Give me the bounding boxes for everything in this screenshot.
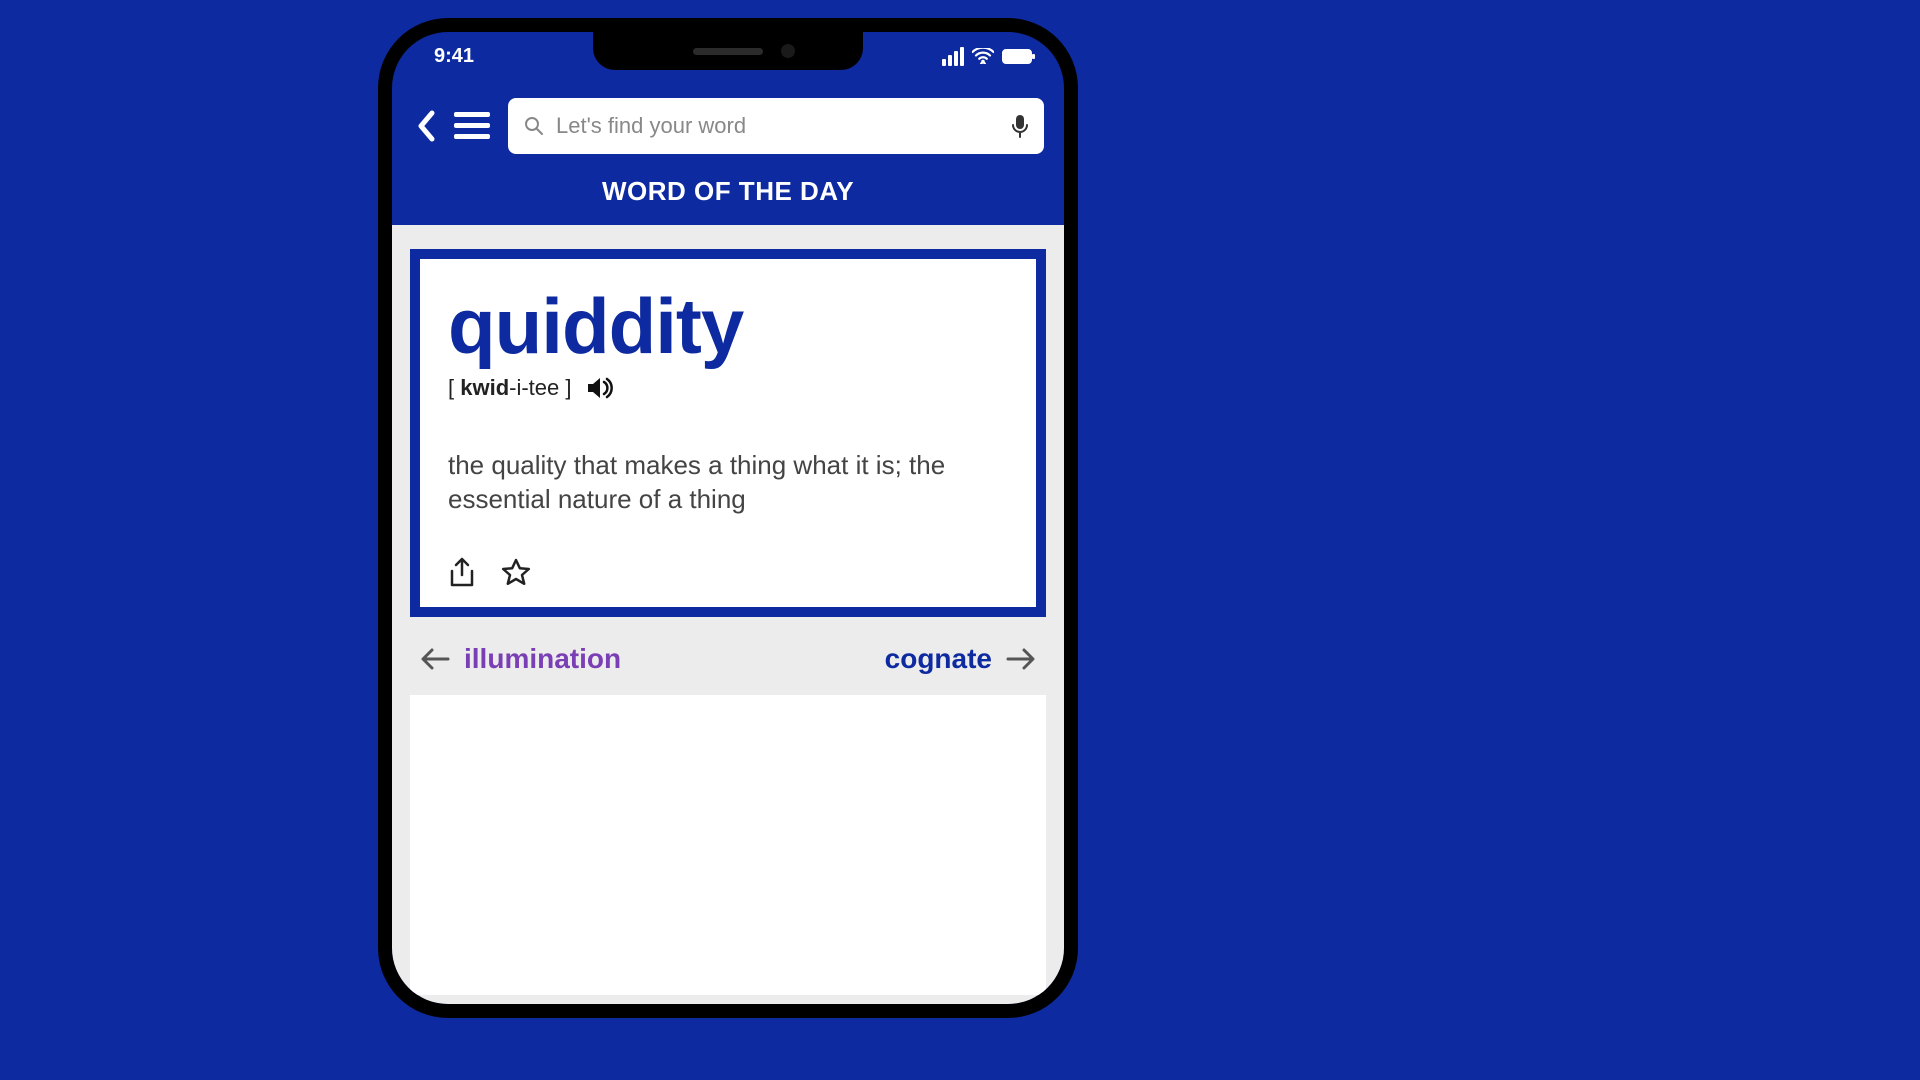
status-indicators: [942, 47, 1032, 66]
pronunciation-row: [ kwid-i-tee ]: [448, 375, 1008, 401]
search-input[interactable]: [556, 113, 1000, 139]
favorite-button[interactable]: [500, 557, 532, 589]
word-card: quiddity [ kwid-i-tee ] the quality that…: [410, 249, 1046, 617]
next-word-link[interactable]: cognate: [885, 643, 1036, 675]
phone-notch: [593, 32, 863, 70]
next-card-preview: [410, 695, 1046, 995]
phone-screen: 9:41: [392, 32, 1064, 1004]
menu-button[interactable]: [454, 112, 490, 140]
content-area: quiddity [ kwid-i-tee ] the quality that…: [392, 225, 1064, 1004]
speaker-grille: [693, 48, 763, 55]
phone-frame: 9:41: [378, 18, 1078, 1018]
next-word-label: cognate: [885, 643, 992, 675]
prev-word-link[interactable]: illumination: [420, 643, 621, 675]
battery-icon: [1002, 49, 1032, 64]
status-time: 9:41: [424, 45, 474, 68]
definition-text: the quality that makes a thing what it i…: [448, 449, 1008, 517]
back-button[interactable]: [416, 109, 436, 143]
search-box[interactable]: [508, 98, 1044, 154]
mic-icon[interactable]: [1012, 114, 1028, 138]
share-button[interactable]: [448, 557, 476, 589]
card-actions: [448, 557, 1008, 589]
pronunciation-text: [ kwid-i-tee ]: [448, 375, 572, 401]
search-icon: [524, 116, 544, 136]
app-header: [392, 80, 1064, 168]
signal-icon: [942, 47, 964, 66]
speaker-icon[interactable]: [586, 375, 614, 401]
headword: quiddity: [448, 287, 1008, 365]
prev-word-label: illumination: [464, 643, 621, 675]
section-title: WORD OF THE DAY: [392, 168, 1064, 225]
front-camera: [781, 44, 795, 58]
arrow-right-icon: [1006, 647, 1036, 671]
word-nav: illumination cognate: [410, 617, 1046, 695]
wifi-icon: [972, 48, 994, 64]
arrow-left-icon: [420, 647, 450, 671]
